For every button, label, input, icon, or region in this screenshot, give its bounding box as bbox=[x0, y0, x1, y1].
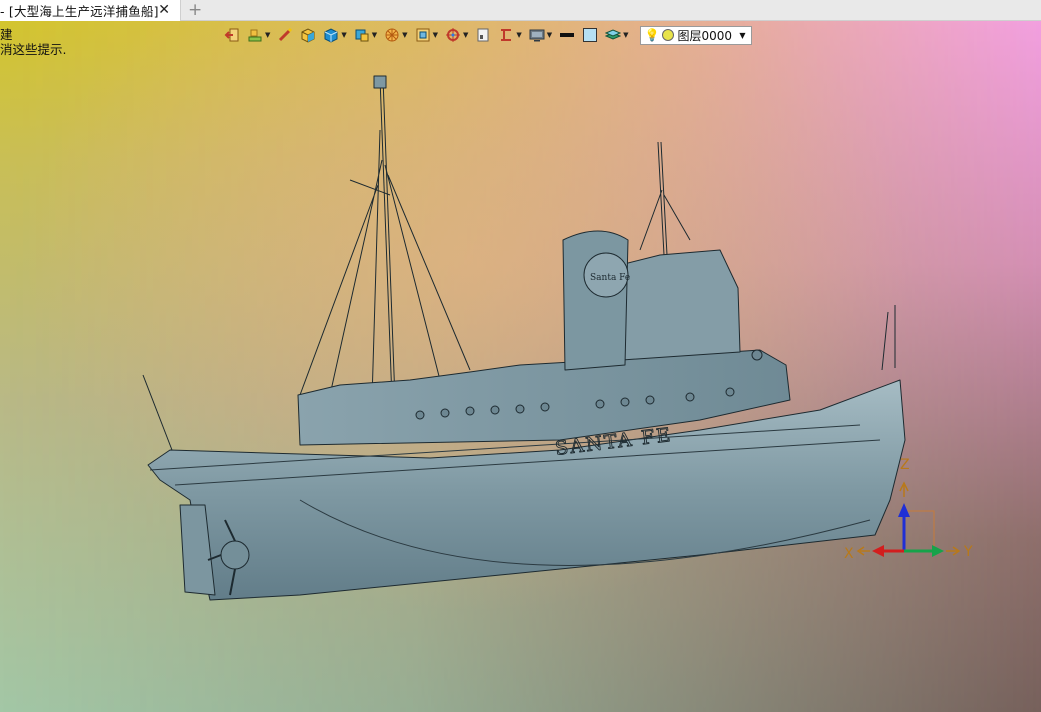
chevron-down-icon: ▼ bbox=[516, 31, 522, 39]
layer-manager-button[interactable]: ▼ bbox=[247, 25, 270, 45]
target-icon bbox=[445, 28, 460, 42]
chevron-down-icon: ▼ bbox=[432, 31, 438, 39]
hint-line-2: 消这些提示. bbox=[0, 42, 67, 57]
fill-color-icon bbox=[583, 28, 598, 42]
chevron-down-icon: ▼ bbox=[462, 31, 469, 39]
wheel-icon bbox=[385, 28, 399, 42]
chevron-down-icon: ▼ bbox=[265, 31, 271, 39]
hint-line-1: 建 bbox=[0, 27, 13, 42]
z-axis-label: Z bbox=[900, 457, 910, 473]
line-color-button[interactable] bbox=[559, 25, 575, 45]
dimension-icon bbox=[501, 29, 512, 41]
page-icon bbox=[477, 28, 489, 42]
chevron-down-icon: ▼ bbox=[623, 31, 629, 39]
bridge bbox=[619, 249, 741, 361]
sheet-button[interactable] bbox=[475, 25, 491, 45]
y-axis-label: Y bbox=[963, 544, 973, 560]
exit-icon bbox=[224, 28, 239, 42]
view-cube-icon bbox=[355, 29, 369, 42]
frame-button[interactable]: ▼ bbox=[415, 25, 438, 45]
funnel-text: Santa Fe bbox=[590, 273, 630, 283]
line-color-icon bbox=[560, 33, 575, 37]
monitor-icon bbox=[529, 29, 545, 42]
chevron-down-icon: ▼ bbox=[739, 30, 746, 40]
ship-model[interactable]: Santa Fe SANTA FE bbox=[0, 0, 1041, 712]
chevron-down-icon: ▼ bbox=[341, 31, 347, 39]
cube-icon bbox=[324, 28, 338, 43]
view-toolbar: ▼ ▼ ▼ ▼ ▼ ▼ ▼ ▼ ▼ 💡 图层0000 ▼ bbox=[224, 24, 752, 46]
pen-icon bbox=[279, 27, 293, 42]
funnel bbox=[562, 230, 629, 371]
x-axis-label: X bbox=[844, 546, 854, 562]
layer-manager-icon bbox=[248, 29, 262, 42]
sketch-button[interactable] bbox=[277, 25, 293, 45]
layers-icon bbox=[605, 29, 622, 40]
shaded-button[interactable] bbox=[300, 25, 316, 45]
fill-color-button[interactable] bbox=[582, 25, 598, 45]
frame-icon bbox=[416, 28, 430, 42]
display-button[interactable]: ▼ bbox=[529, 25, 552, 45]
layer-color-icon bbox=[662, 29, 675, 41]
box-shade-icon bbox=[301, 28, 315, 43]
rotate-button[interactable]: ▼ bbox=[384, 25, 408, 45]
layers-button[interactable]: ▼ bbox=[605, 25, 629, 45]
axis-triad: X Y Z bbox=[844, 457, 973, 562]
exit-button[interactable] bbox=[224, 25, 240, 45]
snap-button[interactable]: ▼ bbox=[445, 25, 468, 45]
lightbulb-icon: 💡 bbox=[644, 28, 660, 42]
render-mode-button[interactable]: ▼ bbox=[323, 25, 347, 45]
layer-value: 图层0000 bbox=[677, 28, 733, 43]
chevron-down-icon: ▼ bbox=[402, 31, 408, 39]
chevron-down-icon: ▼ bbox=[546, 31, 553, 39]
hint-text: 建 消这些提示. bbox=[0, 27, 66, 57]
dimension-button[interactable]: ▼ bbox=[498, 25, 522, 45]
chevron-down-icon: ▼ bbox=[371, 31, 378, 39]
view-orientation-button[interactable]: ▼ bbox=[354, 25, 377, 45]
layer-select[interactable]: 💡 图层0000 ▼ bbox=[639, 25, 752, 45]
